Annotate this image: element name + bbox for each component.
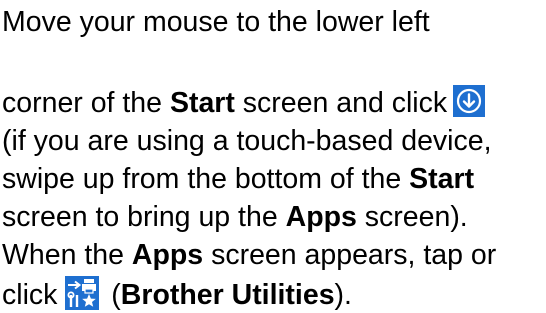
- instruction-line-4: swipe up from the bottom of the Start: [2, 162, 474, 196]
- down-arrow-circle-icon[interactable]: [453, 85, 486, 118]
- instruction-text: swipe up from the bottom of the: [2, 163, 410, 195]
- instruction-text: screen and click: [234, 87, 448, 119]
- instruction-line-7: click (Brother Utilities).: [2, 276, 352, 313]
- instruction-text: corner of the: [2, 87, 170, 119]
- instruction-line-6: When the Apps screen appears, tap or: [2, 238, 496, 272]
- start-screen-label: Start: [409, 163, 475, 195]
- instruction-text: Move your mouse to the lower left: [2, 6, 430, 38]
- instruction-text: When the: [2, 239, 132, 271]
- apps-screen-label: Apps: [285, 201, 357, 233]
- instruction-line-2: corner of the Start screen and click: [2, 85, 486, 120]
- brother-utilities-icon[interactable]: [65, 276, 100, 311]
- instruction-text: screen).: [356, 201, 468, 233]
- instruction-line-5: screen to bring up the Apps screen).: [2, 200, 468, 234]
- brother-utilities-label: Brother Utilities: [120, 279, 335, 311]
- instruction-text: ).: [334, 279, 352, 311]
- instruction-line-1: Move your mouse to the lower left: [2, 5, 430, 39]
- instruction-text: screen appears, tap or: [203, 239, 497, 271]
- instruction-text: screen to bring up the: [2, 201, 286, 233]
- start-screen-label: Start: [169, 87, 235, 119]
- instruction-text: click: [2, 279, 58, 311]
- instruction-document: Move your mouse to the lower left corner…: [0, 0, 546, 313]
- apps-screen-label: Apps: [131, 239, 204, 271]
- instruction-text: (: [103, 279, 121, 311]
- instruction-text: (if you are using a touch-based device,: [2, 125, 492, 157]
- instruction-line-3: (if you are using a touch-based device,: [2, 124, 492, 158]
